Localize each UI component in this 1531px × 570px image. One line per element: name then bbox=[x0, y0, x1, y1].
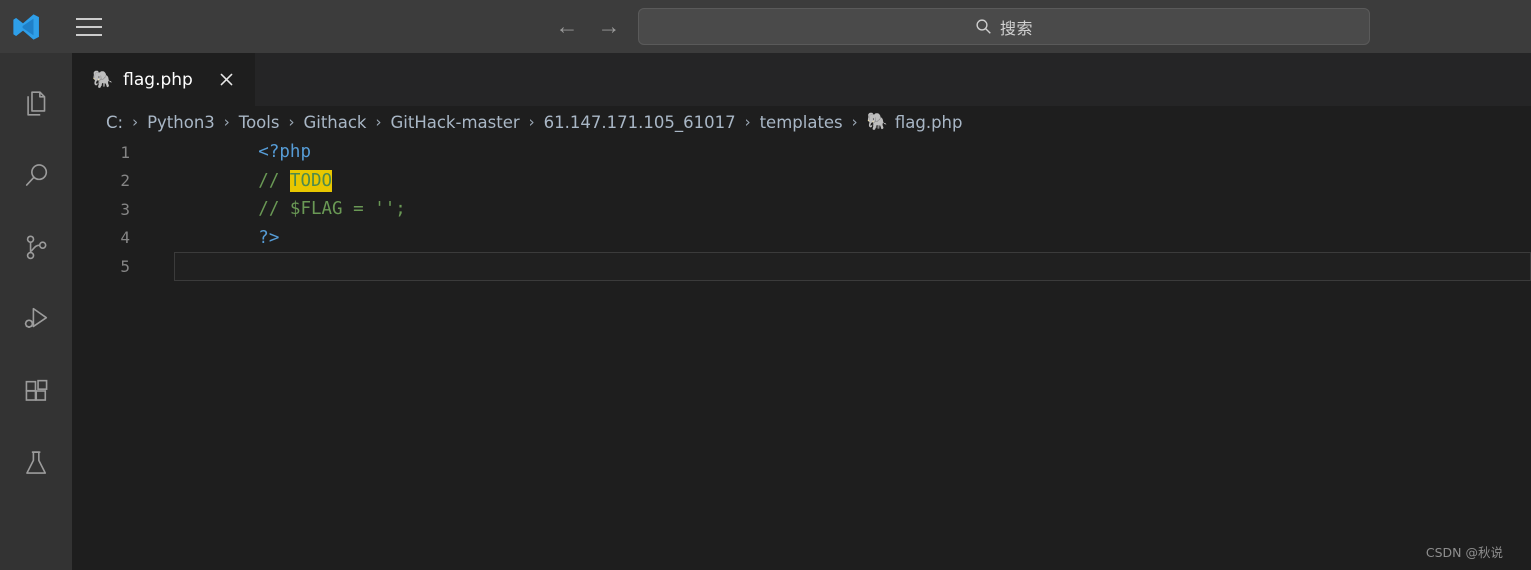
breadcrumb-item-0[interactable]: C: bbox=[104, 113, 125, 132]
breadcrumb-separator: › bbox=[375, 113, 382, 131]
hamburger-bar-3 bbox=[76, 33, 102, 36]
activity-item-run-debug[interactable] bbox=[0, 283, 72, 355]
breadcrumb-separator: › bbox=[223, 113, 230, 131]
activity-item-explorer[interactable] bbox=[0, 67, 72, 139]
line-number: 3 bbox=[120, 199, 130, 219]
run-and-debug-icon bbox=[21, 304, 52, 335]
navigation-arrows: ← → bbox=[552, 0, 624, 53]
close-icon[interactable] bbox=[215, 69, 237, 91]
code-token: ?> bbox=[258, 227, 280, 248]
breadcrumb-separator: › bbox=[744, 113, 751, 131]
breadcrumb-item-1[interactable]: Python3 bbox=[145, 113, 217, 132]
tab-label: flag.php bbox=[123, 69, 193, 90]
breadcrumb: C: › Python3 › Tools › Githack › GitHack… bbox=[72, 106, 1531, 138]
code-line-5: 5 bbox=[72, 252, 1531, 281]
line-number: 1 bbox=[120, 142, 130, 162]
search-placeholder-text: 搜索 bbox=[999, 18, 1033, 38]
breadcrumb-item-4[interactable]: GitHack-master bbox=[389, 113, 522, 132]
line-number: 5 bbox=[120, 256, 130, 276]
breadcrumb-separator: › bbox=[851, 113, 858, 131]
php-elephant-icon: 🐘 bbox=[92, 70, 114, 89]
breadcrumb-item-3[interactable]: Githack bbox=[301, 113, 368, 132]
title-bar: ← → 搜索 bbox=[0, 0, 1531, 53]
line-number: 4 bbox=[120, 228, 130, 248]
active-line-highlight bbox=[174, 252, 1531, 281]
source-control-icon bbox=[21, 232, 52, 263]
activity-item-search[interactable] bbox=[0, 139, 72, 211]
vscode-window: ← → 搜索 🐘 flag.php C: › Python3 › Tools ›… bbox=[0, 0, 1531, 570]
code-line-3: 3 // $FLAG = ''; bbox=[72, 195, 1531, 224]
activity-bar bbox=[0, 53, 72, 570]
breadcrumb-item-2[interactable]: Tools bbox=[237, 113, 282, 132]
activity-item-source-control[interactable] bbox=[0, 211, 72, 283]
php-elephant-icon: 🐘 bbox=[866, 111, 888, 132]
breadcrumb-item-7[interactable]: 🐘 flag.php bbox=[865, 113, 965, 132]
tab-flag-php[interactable]: 🐘 flag.php bbox=[72, 53, 255, 106]
forward-arrow-icon[interactable]: → bbox=[594, 12, 624, 42]
breadcrumb-item-6[interactable]: templates bbox=[758, 113, 845, 132]
beaker-icon bbox=[21, 448, 52, 479]
code-token: // $FLAG = ''; bbox=[258, 199, 406, 220]
breadcrumb-separator: › bbox=[288, 113, 295, 131]
menu-hamburger-icon[interactable] bbox=[72, 10, 106, 44]
back-arrow-icon[interactable]: ← bbox=[552, 12, 582, 42]
activity-item-extensions[interactable] bbox=[0, 355, 72, 427]
search-icon bbox=[21, 160, 52, 191]
watermark: CSDN @秋说 bbox=[1425, 545, 1503, 560]
activity-item-testing[interactable] bbox=[0, 427, 72, 499]
vscode-logo bbox=[8, 9, 44, 45]
hamburger-bar-2 bbox=[76, 25, 102, 28]
command-search-input[interactable]: 搜索 bbox=[638, 8, 1370, 45]
line-number: 2 bbox=[120, 171, 130, 191]
extensions-icon bbox=[21, 376, 52, 407]
code-line-4: 4 ?> bbox=[72, 224, 1531, 253]
files-icon bbox=[21, 88, 52, 119]
code-editor[interactable]: 1 <?php 2 // TODO 3 // $FLAG = ''; 4 ?> … bbox=[72, 138, 1531, 570]
hamburger-bar-1 bbox=[76, 17, 102, 20]
breadcrumb-item-7-label: flag.php bbox=[894, 112, 963, 132]
tab-bar: 🐘 flag.php bbox=[72, 53, 1531, 106]
breadcrumb-item-5[interactable]: 61.147.171.105_61017 bbox=[542, 113, 738, 132]
breadcrumb-separator: › bbox=[132, 113, 139, 131]
search-icon bbox=[975, 18, 992, 35]
breadcrumb-separator: › bbox=[528, 113, 535, 131]
